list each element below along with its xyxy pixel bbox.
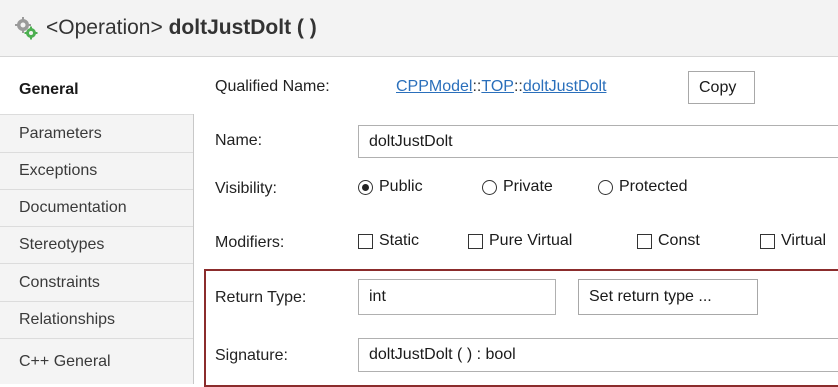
name-label: Name: <box>215 132 263 149</box>
visibility-private-radio[interactable]: Private <box>482 178 553 196</box>
qualified-name-path: CPPModel::TOP::doltJustDolt <box>396 78 606 96</box>
element-name-label: doltJustDolt ( ) <box>168 16 317 39</box>
visibility-label: Visibility: <box>215 180 277 197</box>
checkbox-icon <box>468 233 483 249</box>
modifier-pure-virtual-label: Pure Virtual <box>489 232 573 249</box>
gear-icon <box>15 17 38 40</box>
tab-cpp-general[interactable]: C++ General <box>0 338 193 384</box>
qualified-name-link-operation[interactable]: doltJustDolt <box>523 78 607 95</box>
modifier-static-checkbox[interactable]: Static <box>358 232 419 250</box>
radio-unselected-icon <box>482 179 497 195</box>
qualified-name-separator: :: <box>513 78 523 95</box>
tab-constraints[interactable]: Constraints <box>0 263 193 301</box>
property-tabs: General Parameters Exceptions Documentat… <box>0 66 195 384</box>
element-type-label: <Operation> <box>46 16 163 39</box>
modifier-virtual-checkbox[interactable]: Virtual <box>760 232 826 250</box>
tab-stereotypes[interactable]: Stereotypes <box>0 226 193 263</box>
visibility-public-label: Public <box>379 178 423 195</box>
radio-selected-icon <box>358 179 373 195</box>
visibility-private-label: Private <box>503 178 553 195</box>
modifier-static-label: Static <box>379 232 420 249</box>
radio-unselected-icon <box>598 179 613 195</box>
qualified-name-label: Qualified Name: <box>215 78 330 95</box>
general-panel: Qualified Name: CPPModel::TOP::doltJustD… <box>195 57 838 384</box>
name-field[interactable]: doltJustDolt <box>358 125 838 158</box>
qualified-name-link-package[interactable]: TOP <box>481 78 514 95</box>
return-type-field[interactable]: int <box>358 279 556 315</box>
modifier-const-label: Const <box>658 232 700 249</box>
return-type-label: Return Type: <box>215 289 307 306</box>
visibility-protected-radio[interactable]: Protected <box>598 178 687 196</box>
tab-parameters[interactable]: Parameters <box>0 114 193 152</box>
modifiers-label: Modifiers: <box>215 234 285 251</box>
modifier-virtual-label: Virtual <box>781 232 827 249</box>
set-return-type-button[interactable]: Set return type ... <box>578 279 758 315</box>
modifier-const-checkbox[interactable]: Const <box>637 232 700 250</box>
qualified-name-link-model[interactable]: CPPModel <box>396 78 472 95</box>
tab-exceptions[interactable]: Exceptions <box>0 152 193 189</box>
checkbox-icon <box>637 233 652 249</box>
copy-button[interactable]: Copy <box>688 71 755 104</box>
visibility-public-radio[interactable]: Public <box>358 178 423 196</box>
modifier-pure-virtual-checkbox[interactable]: Pure Virtual <box>468 232 572 250</box>
operation-header: <Operation> doltJustDolt ( ) <box>0 0 838 57</box>
page-title: <Operation> doltJustDolt ( ) <box>46 16 317 40</box>
signature-field[interactable]: doltJustDolt ( ) : bool <box>358 338 838 372</box>
checkbox-icon <box>760 233 775 249</box>
visibility-protected-label: Protected <box>619 178 688 195</box>
tab-relationships[interactable]: Relationships <box>0 301 193 338</box>
checkbox-icon <box>358 233 373 249</box>
tab-documentation[interactable]: Documentation <box>0 189 193 226</box>
signature-label: Signature: <box>215 347 288 364</box>
tab-general[interactable]: General <box>0 66 195 114</box>
